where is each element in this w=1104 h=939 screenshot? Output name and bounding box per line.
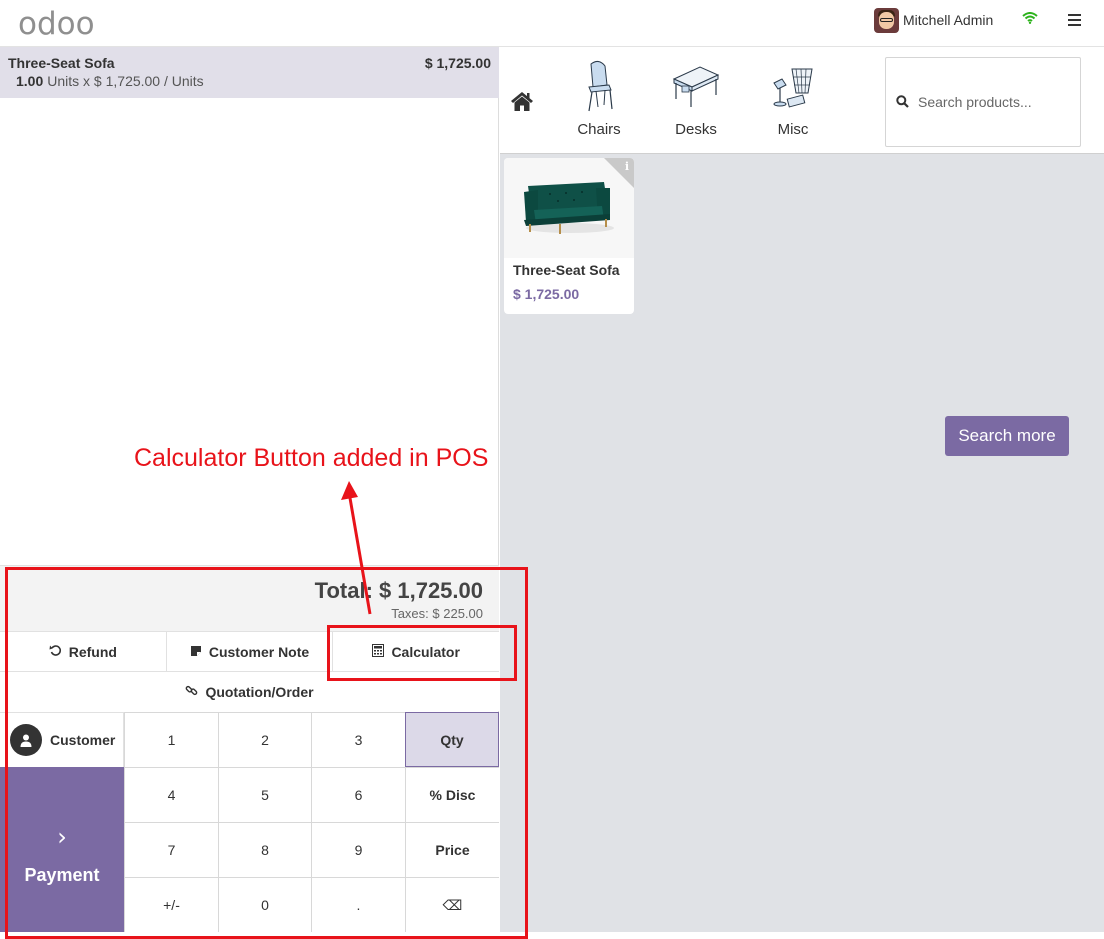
top-bar: odoo Mitchell Admin [0,0,1104,47]
annotation-label: Calculator Button added in POS [134,444,489,472]
hamburger-menu-icon[interactable] [1068,14,1081,26]
order-line-unit-detail: Units x $ 1,725.00 / Units [47,73,204,89]
order-line[interactable]: Three-Seat Sofa $ 1,725.00 1.00 Units x $… [0,47,499,98]
search-input[interactable] [918,91,1068,113]
category-chairs-label: Chairs [577,121,621,138]
search-box[interactable] [885,57,1081,147]
search-icon [896,95,909,113]
user-avatar [874,7,899,33]
category-desks-label: Desks [675,121,717,138]
annotation-highlight-area [5,567,528,939]
product-info-tag[interactable] [604,158,634,188]
misc-icon [768,59,818,114]
order-line-product: Three-Seat Sofa [8,55,115,71]
product-price: $ 1,725.00 [513,286,580,302]
info-icon[interactable]: i [625,160,629,173]
product-card[interactable]: i Three-Seat Sofa $ 1,725.00 [504,158,634,314]
category-misc-label: Misc [777,121,809,138]
desk-icon [670,59,722,114]
category-desks[interactable]: Desks [656,59,736,138]
category-misc[interactable]: Misc [753,59,833,138]
product-name: Three-Seat Sofa [513,262,620,278]
user-name: Mitchell Admin [903,12,994,28]
chair-icon [574,59,624,114]
odoo-logo: odoo [18,6,95,42]
order-line-detail: 1.00 Units x $ 1,725.00 / Units [16,73,204,89]
category-bar: Chairs Desks Misc Search products... [500,47,1104,154]
category-chairs[interactable]: Chairs [559,59,639,138]
user-menu[interactable]: Mitchell Admin [874,7,994,33]
home-icon[interactable] [510,90,534,112]
annotation-highlight-calculator [327,625,517,681]
search-more-button[interactable]: Search more [945,416,1069,456]
wifi-icon[interactable] [1022,11,1038,29]
order-line-price: $ 1,725.00 [424,55,491,71]
order-line-qty: 1.00 [16,73,44,89]
product-screen: Chairs Desks Misc Search products... i T… [500,47,1104,932]
